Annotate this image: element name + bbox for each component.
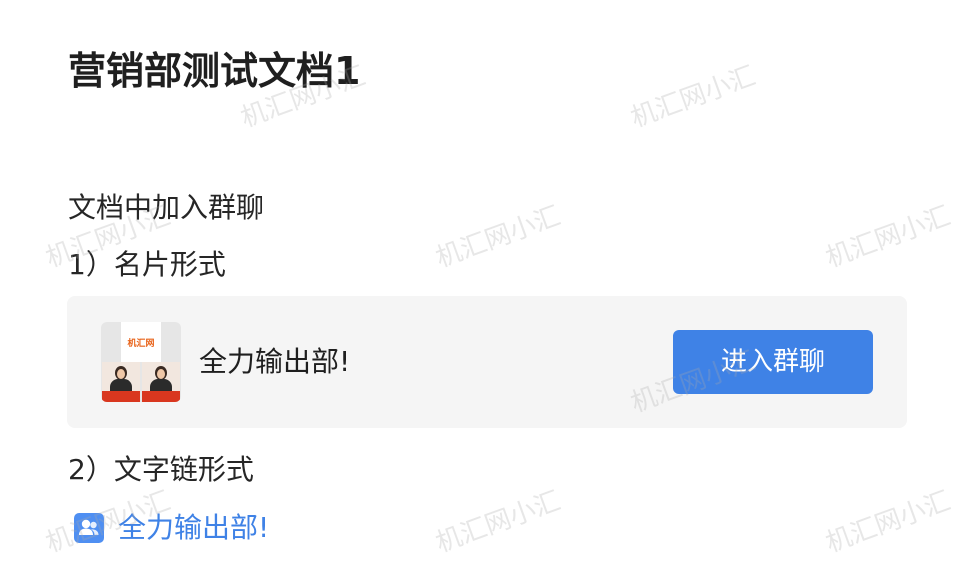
group-card[interactable]: 机汇网 全力输出部! 进入群聊	[67, 296, 907, 428]
document-title: 营销部测试文档1	[68, 49, 361, 93]
group-link-label[interactable]: 全力输出部!	[118, 508, 269, 548]
watermark: 机汇网小汇	[627, 61, 760, 134]
watermark: 机汇网小汇	[822, 201, 955, 274]
watermark: 机汇网小汇	[432, 201, 565, 274]
group-chat-icon	[74, 513, 104, 543]
group-avatar: 机汇网	[101, 322, 181, 402]
avatar-logo-text: 机汇网	[127, 338, 155, 349]
section-link-label: 2）文字链形式	[68, 453, 254, 486]
person-photo	[102, 362, 140, 402]
group-text-link[interactable]: 全力输出部!	[74, 508, 269, 548]
section-card-label: 1）名片形式	[68, 248, 226, 281]
join-group-button[interactable]: 进入群聊	[673, 330, 873, 394]
intro-text: 文档中加入群聊	[68, 191, 265, 224]
document-page: 营销部测试文档1 文档中加入群聊 1）名片形式 机汇网 全力输出部! 进入群聊 …	[0, 0, 960, 582]
logo-icon: 机汇网	[121, 322, 161, 362]
watermark: 机汇网小汇	[432, 486, 565, 559]
person-photo	[142, 362, 180, 402]
watermark: 机汇网小汇	[822, 486, 955, 559]
group-name: 全力输出部!	[199, 345, 351, 378]
